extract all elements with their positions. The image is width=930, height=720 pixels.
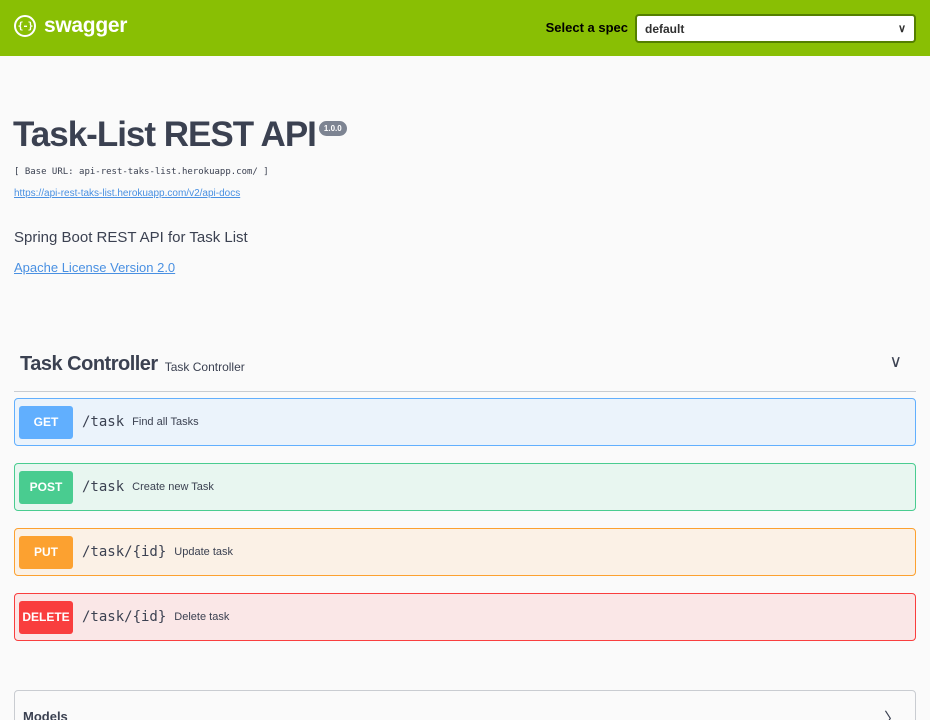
swagger-logo-text: swagger [44,14,128,37]
page-title: Task-List REST API 1.0.0 [13,115,347,155]
license-link[interactable]: Apache License Version 2.0 [14,260,175,275]
operation-summary: Update task [174,546,233,558]
api-title: Task-List REST API [13,115,317,154]
operation-put-task[interactable]: PUT /task/{id} Update task [14,528,916,576]
spec-select[interactable]: default ∨ [635,14,916,43]
models-section[interactable]: Models 〉 [14,690,916,720]
chevron-down-icon: ∨ [897,23,906,35]
operation-post-task[interactable]: POST /task Create new Task [14,463,916,511]
operation-path: /task/{id} [82,609,167,625]
operation-get-task[interactable]: GET /task Find all Tasks [14,398,916,446]
operation-delete-task[interactable]: DELETE /task/{id} Delete task [14,593,916,641]
version-badge: 1.0.0 [318,121,347,136]
base-url: [ Base URL: api-rest-taks-list.herokuapp… [14,167,269,177]
method-badge: POST [19,470,73,504]
operation-summary: Delete task [174,611,230,623]
swagger-logo-icon: {-} [14,15,36,37]
swagger-logo[interactable]: {-} swagger [14,14,127,38]
api-description: Spring Boot REST API for Task List [14,229,248,246]
chevron-right-icon[interactable]: 〉 [884,705,901,720]
operation-path: /task/{id} [82,544,167,560]
method-badge: GET [19,405,73,439]
tag-header-task-controller[interactable]: Task Controller Task Controller ∨ [14,338,916,392]
api-docs-link[interactable]: https://api-rest-taks-list.herokuapp.com… [14,188,240,199]
operation-summary: Find all Tasks [132,416,199,428]
operation-path: /task [82,414,125,430]
method-badge: PUT [19,535,73,569]
select-spec-label: Select a spec [545,20,628,35]
tag-name: Task Controller [20,353,158,375]
topbar: {-} swagger Select a spec default ∨ [0,0,930,56]
method-badge: DELETE [19,600,73,634]
operation-summary: Create new Task [132,481,214,493]
chevron-down-icon[interactable]: ∨ [890,352,902,372]
models-label: Models [23,709,68,720]
operation-path: /task [82,479,125,495]
tag-description: Task Controller [164,359,245,374]
spec-select-value: default [645,21,685,36]
